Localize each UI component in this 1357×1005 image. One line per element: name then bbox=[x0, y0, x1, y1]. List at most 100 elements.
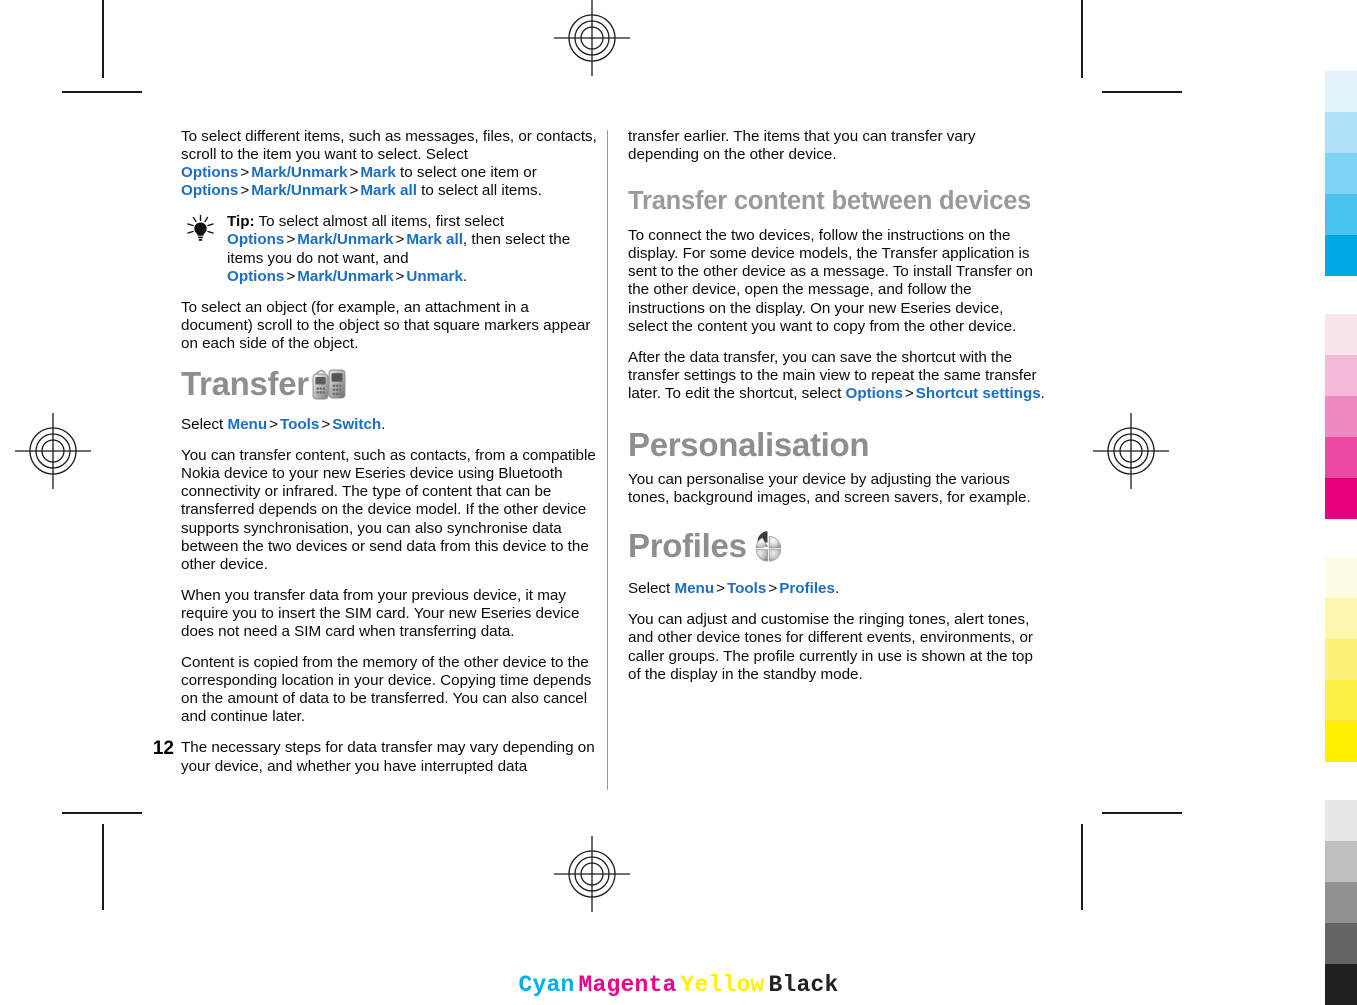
crop-mark-line bbox=[1081, 824, 1083, 910]
cal-swatch-black-4 bbox=[1325, 923, 1357, 964]
ui-path-options: Options bbox=[181, 182, 239, 200]
lightbulb-tip-icon bbox=[184, 214, 218, 244]
text-run: . bbox=[381, 416, 386, 434]
ui-path-mark-unmark: Mark/Unmark bbox=[297, 231, 394, 249]
page-number: 12 bbox=[152, 738, 174, 759]
cal-swatch-cyan-3 bbox=[1325, 153, 1357, 194]
cal-swatch-black-3 bbox=[1325, 882, 1357, 923]
left-text-column: To select different items, such as messa… bbox=[181, 128, 600, 776]
tip-label: Tip: bbox=[227, 213, 255, 231]
cmyk-label-black: Black bbox=[768, 972, 839, 998]
path-separator: > bbox=[286, 231, 296, 249]
cal-swatch-yellow-5 bbox=[1325, 721, 1357, 762]
cmyk-label-magenta: Magenta bbox=[578, 972, 677, 998]
heading-transfer: Transfer bbox=[181, 366, 600, 407]
right-text-column: transfer earlier. The items that you can… bbox=[628, 128, 1047, 684]
ui-path-tools: Tools bbox=[279, 416, 320, 434]
transfer-devices-icon bbox=[310, 367, 350, 407]
crop-mark-line bbox=[102, 0, 104, 78]
text-run: to select one item or bbox=[395, 164, 537, 182]
ui-path-menu: Menu bbox=[674, 580, 715, 598]
cmyk-plate-labels: Cyan Magenta Yellow Black bbox=[0, 972, 1357, 998]
paragraph-copy-memory: Content is copied from the memory of the… bbox=[181, 654, 592, 726]
text-run: To select almost all items, first select bbox=[254, 213, 505, 231]
registration-target-icon bbox=[554, 836, 630, 912]
cal-swatch-cyan-1 bbox=[1325, 71, 1357, 112]
cal-swatch-cyan-5 bbox=[1325, 235, 1357, 276]
tip-callout: Tip: To select almost all items, first s… bbox=[181, 213, 600, 285]
path-separator: > bbox=[286, 267, 296, 285]
cal-gap bbox=[1325, 762, 1357, 800]
registration-target-icon bbox=[15, 413, 91, 489]
cal-swatch-magenta-1 bbox=[1325, 314, 1357, 355]
select-path-switch: Select Menu > Tools > Switch. bbox=[181, 416, 600, 434]
ui-path-shortcut-settings: Shortcut settings bbox=[915, 384, 1041, 402]
text-run: . bbox=[1040, 384, 1045, 402]
cal-group-yellow bbox=[1325, 557, 1357, 762]
cal-swatch-magenta-5 bbox=[1325, 478, 1357, 519]
ui-path-mark: Mark bbox=[360, 164, 396, 182]
trim-rule-top-right bbox=[1102, 91, 1182, 93]
cal-swatch-yellow-4 bbox=[1325, 680, 1357, 721]
text-run: To select different items, such as messa… bbox=[181, 128, 597, 164]
paragraph-transfer-content: You can transfer content, such as contac… bbox=[181, 447, 596, 573]
heading-transfer-content-between-devices: Transfer content between devices bbox=[628, 187, 1032, 216]
ui-path-tools: Tools bbox=[726, 580, 767, 598]
cal-group-cyan bbox=[1325, 71, 1357, 276]
heading-transfer-label: Transfer bbox=[181, 365, 309, 403]
cal-swatch-magenta-4 bbox=[1325, 437, 1357, 478]
profiles-pie-icon bbox=[748, 527, 790, 571]
text-run: . bbox=[834, 580, 840, 598]
heading-profiles: Profiles bbox=[628, 527, 1047, 571]
cal-swatch-magenta-3 bbox=[1325, 396, 1357, 437]
registration-target-icon bbox=[1093, 413, 1169, 489]
path-separator: > bbox=[395, 231, 405, 249]
path-separator: > bbox=[240, 182, 250, 200]
paragraph-connect-devices: To connect the two devices, follow the i… bbox=[628, 227, 1033, 335]
paragraph-select-object: To select an object (for example, an att… bbox=[181, 298, 591, 352]
paragraph-sim-card: When you transfer data from your previou… bbox=[181, 586, 580, 640]
crop-mark-line bbox=[1081, 0, 1083, 78]
text-run: to select all items. bbox=[416, 182, 542, 200]
path-separator: > bbox=[395, 267, 405, 285]
path-separator: > bbox=[240, 164, 250, 182]
ui-path-mark-unmark: Mark/Unmark bbox=[251, 182, 348, 200]
path-separator: > bbox=[349, 182, 359, 200]
cal-swatch-yellow-1 bbox=[1325, 557, 1357, 598]
cal-swatch-black-1 bbox=[1325, 800, 1357, 841]
paragraph-personalise-device: You can personalise your device by adjus… bbox=[628, 471, 1031, 507]
paragraph-adjust-tones: You can adjust and customise the ringing… bbox=[628, 611, 1033, 683]
ui-path-mark-all: Mark all bbox=[406, 231, 463, 249]
cmyk-label-cyan: Cyan bbox=[518, 972, 575, 998]
ui-path-options: Options bbox=[845, 384, 903, 402]
paragraph-select-items: To select different items, such as messa… bbox=[181, 128, 600, 200]
select-path-profiles: Select Menu > Tools > Profiles. bbox=[628, 580, 1047, 598]
ui-path-mark-unmark: Mark/Unmark bbox=[251, 164, 348, 182]
tip-text: Tip: To select almost all items, first s… bbox=[227, 213, 600, 285]
text-run: Select bbox=[181, 416, 228, 434]
cmyk-calibration-strip bbox=[1325, 71, 1357, 1005]
cmyk-label-yellow: Yellow bbox=[680, 972, 765, 998]
path-separator: > bbox=[349, 164, 359, 182]
cal-gap bbox=[1325, 276, 1357, 314]
ui-path-options: Options bbox=[181, 164, 239, 182]
ui-path-options: Options bbox=[227, 231, 285, 249]
cal-swatch-magenta-2 bbox=[1325, 355, 1357, 396]
cal-group-magenta bbox=[1325, 314, 1357, 519]
crop-mark-line bbox=[102, 824, 104, 910]
path-separator: > bbox=[904, 384, 914, 402]
paragraph-save-shortcut: After the data transfer, you can save th… bbox=[628, 349, 1047, 403]
ui-path-mark-unmark: Mark/Unmark bbox=[297, 267, 394, 285]
cal-swatch-cyan-2 bbox=[1325, 112, 1357, 153]
heading-profiles-label: Profiles bbox=[628, 527, 747, 565]
cal-swatch-cyan-4 bbox=[1325, 194, 1357, 235]
ui-path-menu: Menu bbox=[227, 416, 268, 434]
registration-target-icon bbox=[554, 0, 630, 76]
ui-path-mark-all: Mark all bbox=[360, 182, 417, 200]
path-separator: > bbox=[768, 580, 778, 598]
paragraph-transfer-earlier: transfer earlier. The items that you can… bbox=[628, 128, 976, 164]
cal-swatch-yellow-3 bbox=[1325, 639, 1357, 680]
path-separator: > bbox=[716, 580, 725, 598]
path-separator: > bbox=[321, 416, 331, 434]
text-run: Select bbox=[628, 580, 675, 598]
